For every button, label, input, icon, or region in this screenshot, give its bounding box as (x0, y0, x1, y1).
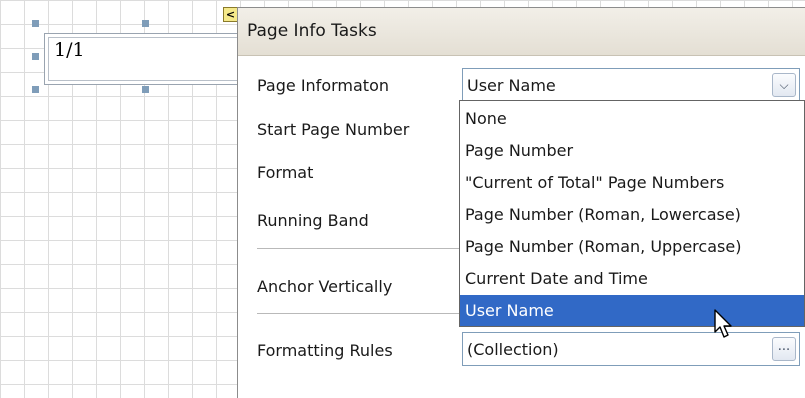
mouse-pointer-icon (714, 309, 732, 338)
dropdown-option-roman-lowercase[interactable]: Page Number (Roman, Lowercase) (460, 199, 804, 230)
page-information-dropdown[interactable]: None Page Number "Current of Total" Page… (459, 100, 805, 327)
control-text: 1/1 (54, 39, 85, 61)
ellipsis-button[interactable]: ... (772, 337, 796, 361)
resize-handle-bottom-left[interactable] (32, 86, 39, 93)
dropdown-option-none[interactable]: None (460, 103, 804, 134)
page-information-value: User Name (467, 76, 556, 95)
resize-handle-top-left[interactable] (32, 20, 39, 27)
panel-title-bar: Page Info Tasks (238, 8, 805, 56)
start-page-number-label: Start Page Number (257, 120, 410, 139)
dropdown-option-current-date-time[interactable]: Current Date and Time (460, 263, 804, 294)
page-information-label: Page Informaton (257, 76, 389, 95)
dropdown-option-current-of-total[interactable]: "Current of Total" Page Numbers (460, 167, 804, 198)
resize-handle-middle-left[interactable] (32, 53, 39, 60)
page-information-combo[interactable]: User Name ⌵ (462, 68, 800, 102)
formatting-rules-field[interactable]: (Collection) ... (462, 332, 800, 366)
divider (257, 248, 462, 249)
divider (257, 313, 462, 314)
panel-title: Page Info Tasks (247, 21, 377, 41)
resize-handle-top-middle[interactable] (142, 20, 149, 27)
running-band-label: Running Band (257, 211, 369, 230)
page-info-control[interactable]: 1/1 (44, 33, 247, 85)
dropdown-option-page-number[interactable]: Page Number (460, 135, 804, 166)
formatting-rules-label: Formatting Rules (257, 341, 393, 360)
formatting-rules-value: (Collection) (467, 340, 559, 359)
chevron-down-icon[interactable]: ⌵ (772, 73, 796, 97)
format-label: Format (257, 163, 314, 182)
anchor-vertically-label: Anchor Vertically (257, 277, 393, 296)
dropdown-option-roman-uppercase[interactable]: Page Number (Roman, Uppercase) (460, 231, 804, 262)
resize-handle-bottom-middle[interactable] (142, 86, 149, 93)
ellipsis-icon: ... (777, 339, 791, 354)
smart-tag-button[interactable]: < (223, 7, 238, 22)
dropdown-option-user-name[interactable]: User Name (460, 295, 804, 326)
smart-tag-arrow-icon: < (225, 8, 236, 21)
